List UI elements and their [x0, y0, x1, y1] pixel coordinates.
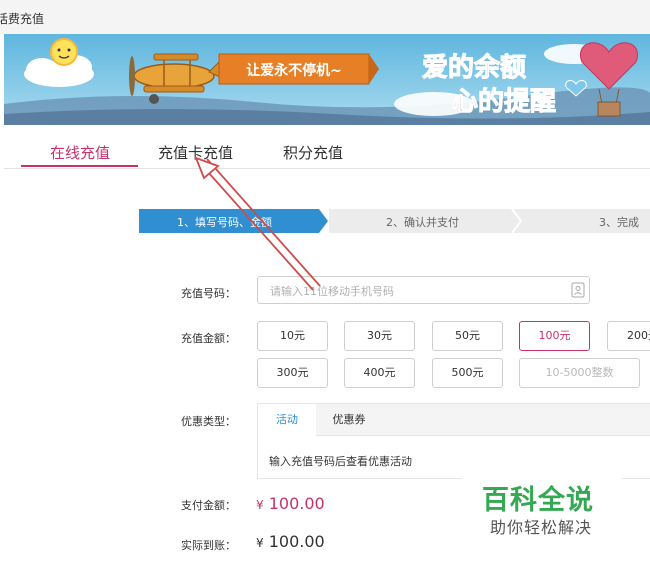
- phone-input[interactable]: [270, 283, 560, 299]
- tab-points-recharge[interactable]: 积分充值: [283, 142, 343, 163]
- progress-steps: 1、填写号码、金额 2、确认并支付 3、完成: [139, 209, 650, 233]
- phone-label: 充值号码：: [181, 287, 236, 300]
- pay-amount: ¥ 100.00: [256, 494, 325, 513]
- arrive-label: 实际到账：: [181, 539, 236, 552]
- amount-option-10[interactable]: 10元: [257, 321, 328, 351]
- step-3: 3、完成: [599, 216, 639, 229]
- custom-amount-input[interactable]: 10-5000整数: [519, 358, 640, 388]
- watermark-subtitle: 助你轻松解决: [490, 518, 593, 537]
- pay-amount-value: 100.00: [268, 494, 325, 513]
- arrive-currency: ¥: [256, 536, 264, 550]
- promo-tab-coupon[interactable]: 优惠券: [324, 404, 374, 436]
- amount-option-100[interactable]: 100元: [519, 321, 590, 351]
- banner: 让爱永不停机~ 爱的余额 心的提醒: [4, 34, 650, 125]
- page-title: 话费充值: [0, 12, 45, 26]
- promo-tab-bar: 活动 优惠券: [258, 404, 650, 437]
- banner-artwork: 让爱永不停机~ 爱的余额 心的提醒: [4, 34, 650, 125]
- phone-field[interactable]: [257, 276, 590, 304]
- banner-headline-1: 爱的余额: [422, 52, 526, 83]
- amount-option-30[interactable]: 30元: [344, 321, 415, 351]
- banner-headline-2: 心的提醒: [452, 86, 556, 117]
- active-tab-indicator: [21, 165, 138, 167]
- amount-option-50[interactable]: 50元: [432, 321, 503, 351]
- banner-slogan: 让爱永不停机~: [246, 62, 342, 79]
- watermark: 百科全说 助你轻松解决: [462, 473, 622, 543]
- pay-currency: ¥: [256, 498, 264, 512]
- promo-panel: 活动 优惠券 输入充值号码后查看优惠活动: [257, 403, 650, 479]
- amount-option-300[interactable]: 300元: [257, 358, 328, 388]
- tab-card-recharge[interactable]: 充值卡充值: [158, 142, 233, 163]
- recharge-tabs: 在线充值 充值卡充值 积分充值: [4, 125, 650, 169]
- step-1: 1、填写号码、金额: [177, 216, 272, 229]
- promo-label: 优惠类型：: [181, 415, 236, 428]
- watermark-title: 百科全说: [482, 485, 594, 516]
- tab-online-recharge[interactable]: 在线充值: [50, 142, 110, 163]
- amount-option-400[interactable]: 400元: [344, 358, 415, 388]
- amount-option-200[interactable]: 200元: [607, 321, 650, 351]
- amount-option-500[interactable]: 500元: [432, 358, 503, 388]
- promo-hint: 输入充值号码后查看优惠活动: [269, 455, 412, 468]
- title-bar: 话费充值: [0, 0, 650, 34]
- contact-book-icon[interactable]: [571, 282, 585, 298]
- amount-label: 充值金额：: [181, 332, 236, 345]
- sun-icon: [50, 38, 78, 66]
- promo-tab-activity[interactable]: 活动: [258, 404, 316, 437]
- arrive-amount: ¥ 100.00: [256, 532, 325, 551]
- arrive-amount-value: 100.00: [268, 532, 325, 551]
- pay-label: 支付金额：: [181, 499, 236, 512]
- step-2: 2、确认并支付: [386, 216, 459, 229]
